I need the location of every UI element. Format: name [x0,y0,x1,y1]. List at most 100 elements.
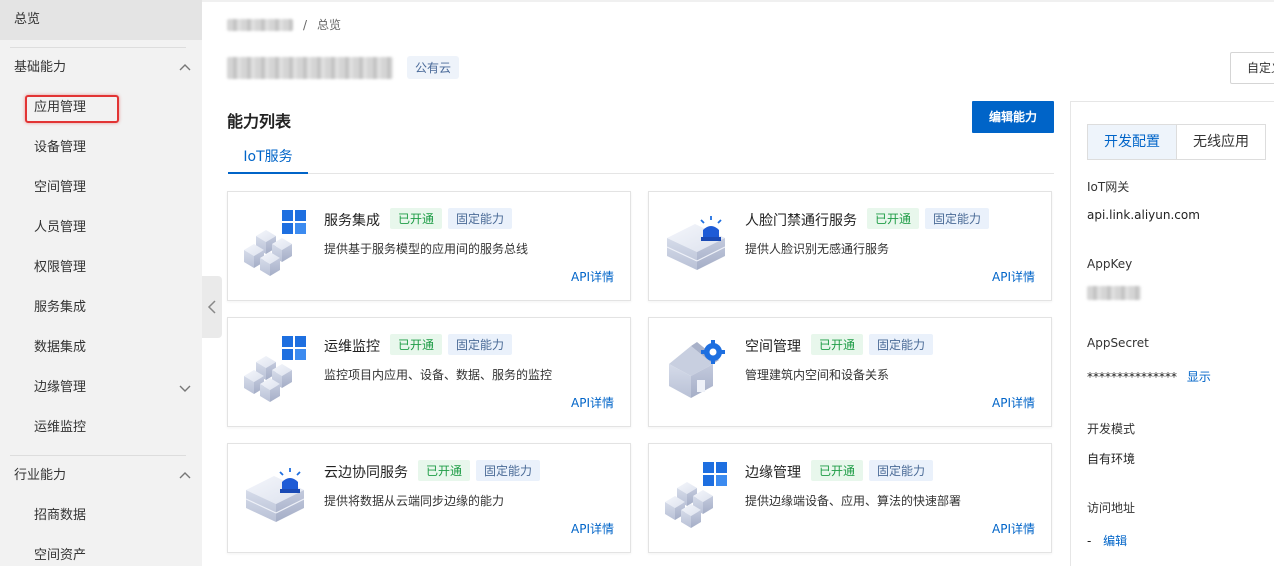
sidebar-item-label: 运维监控 [34,420,87,435]
sidebar-item-ops-monitoring[interactable]: 运维监控 [0,408,202,448]
sidebar-item-edge-management[interactable]: 边缘管理 [0,368,202,408]
gateway-label: IoT网关 [1087,180,1130,194]
sidebar-item-label: 人员管理 [34,220,87,235]
type-badge: 固定能力 [925,208,990,229]
top-border [202,0,1274,2]
sidebar: 总览 基础能力 应用管理 设备管理 空间管理 人员管理 权限管理 服务集成 数据… [0,0,202,566]
sidebar-item-service-integration[interactable]: 服务集成 [0,288,202,328]
edit-abilities-button[interactable]: 编辑能力 [972,101,1054,133]
dev-panel-tabs: 开发配置 无线应用 [1087,124,1266,160]
abilities-title: 能力列表 [227,112,292,131]
sidebar-item-label: 招商数据 [34,508,87,523]
access-address-row: - 编辑 [1087,532,1127,549]
sidebar-item-investment-data[interactable]: 招商数据 [0,496,202,536]
house-gear-icon [669,340,725,398]
sidebar-item-label: 设备管理 [34,140,87,155]
status-badge: 已开通 [867,208,920,229]
card-description: 提供人脸识别无感通行服务 [745,242,890,256]
api-details-link[interactable]: API详情 [992,394,1035,411]
chevron-down-icon [179,385,191,392]
tab-dev-config[interactable]: 开发配置 [1087,124,1177,160]
sidebar-item-device-management[interactable]: 设备管理 [0,128,202,168]
sidebar-item-label: 边缘管理 [34,380,87,395]
alarm-box-icon [245,467,305,523]
api-details-link[interactable]: API详情 [992,520,1035,537]
chevron-up-icon [179,64,191,71]
sidebar-item-overview[interactable]: 总览 [0,0,202,40]
edit-access-link[interactable]: 编辑 [1103,534,1127,548]
breadcrumb-current: 总览 [317,18,342,32]
card-description: 提供将数据从云端同步边缘的能力 [324,494,505,508]
gateway-value: api.link.aliyun.com [1087,208,1200,222]
breadcrumb: / 总览 [227,16,341,33]
breadcrumb-project-redacted[interactable] [227,18,293,31]
project-header: 公有云 [227,56,460,79]
dev-mode-label: 开发模式 [1087,422,1136,436]
chevron-left-icon [207,300,216,314]
tab-iot-service[interactable]: IoT服务 [228,142,308,174]
api-details-link[interactable]: API详情 [571,520,614,537]
type-badge: 固定能力 [476,460,541,481]
sidebar-section-industry[interactable]: 行业能力 [0,456,202,496]
cloud-type-tag: 公有云 [407,56,460,79]
access-address-value: - [1087,534,1092,548]
dev-mode-value: 自有环境 [1087,452,1136,466]
chevron-up-icon [179,472,191,479]
sidebar-item-label: 服务集成 [34,300,87,315]
sidebar-collapse-handle[interactable] [202,276,222,338]
card-title: 边缘管理 [745,465,801,481]
card-description: 监控项目内应用、设备、数据、服务的监控 [324,368,553,382]
appkey-label: AppKey [1087,257,1133,271]
access-address-label: 访问地址 [1087,501,1136,515]
card-title: 服务集成 [324,213,380,229]
card-badges: 已开通 固定能力 [390,208,513,229]
card-title: 云边协同服务 [324,465,408,481]
blocks-grid-icon [663,460,731,528]
type-badge: 固定能力 [869,460,934,481]
type-badge: 固定能力 [448,208,513,229]
status-badge: 已开通 [390,208,443,229]
show-secret-link[interactable]: 显示 [1187,370,1211,384]
sidebar-item-space-assets[interactable]: 空间资产 [0,536,202,566]
status-badge: 已开通 [418,460,471,481]
sidebar-item-data-integration[interactable]: 数据集成 [0,328,202,368]
type-badge: 固定能力 [869,334,934,355]
card-title: 空间管理 [745,339,801,355]
sidebar-item-space-management[interactable]: 空间管理 [0,168,202,208]
ability-card-face-access[interactable]: 人脸门禁通行服务 已开通 固定能力 提供人脸识别无感通行服务 API详情 [648,191,1052,301]
sidebar-section-label: 行业能力 [14,468,67,483]
card-badges: 已开通 固定能力 [811,334,934,355]
status-badge: 已开通 [811,334,864,355]
card-badges: 已开通 固定能力 [811,460,934,481]
dev-config-panel: 开发配置 无线应用 IoT网关 api.link.aliyun.com AppK… [1070,101,1274,566]
ability-card-service-integration[interactable]: 服务集成 已开通 固定能力 提供基于服务模型的应用间的服务总线 API详情 [227,191,631,301]
appsecret-label: AppSecret [1087,336,1149,350]
sidebar-item-permission-management[interactable]: 权限管理 [0,248,202,288]
status-badge: 已开通 [390,334,443,355]
sidebar-item-label: 空间管理 [34,180,87,195]
highlight-annotation [25,95,119,123]
sidebar-section-label: 基础能力 [14,60,67,75]
blocks-grid-icon [242,334,310,402]
abilities-tabs: IoT服务 [228,142,1054,174]
project-name-redacted [227,56,393,79]
ability-card-cloud-edge-sync[interactable]: 云边协同服务 已开通 固定能力 提供将数据从云端同步边缘的能力 API详情 [227,443,631,553]
card-title: 人脸门禁通行服务 [745,213,857,229]
ability-card-space-management[interactable]: 空间管理 已开通 固定能力 管理建筑内空间和设备关系 API详情 [648,317,1052,427]
api-details-link[interactable]: API详情 [992,268,1035,285]
card-badges: 已开通 固定能力 [418,460,541,481]
customize-button[interactable]: 自定义 [1230,52,1274,84]
tab-wireless-app[interactable]: 无线应用 [1177,124,1266,160]
sidebar-item-personnel-management[interactable]: 人员管理 [0,208,202,248]
card-badges: 已开通 固定能力 [867,208,990,229]
ability-card-ops-monitoring[interactable]: 运维监控 已开通 固定能力 监控项目内应用、设备、数据、服务的监控 API详情 [227,317,631,427]
card-description: 提供边缘端设备、应用、算法的快速部署 [745,494,962,508]
card-title: 运维监控 [324,339,380,355]
sidebar-section-basic[interactable]: 基础能力 [0,48,202,88]
api-details-link[interactable]: API详情 [571,394,614,411]
sidebar-item-label: 空间资产 [34,548,87,563]
api-details-link[interactable]: API详情 [571,268,614,285]
appkey-value-redacted [1087,286,1141,300]
ability-card-edge-management[interactable]: 边缘管理 已开通 固定能力 提供边缘端设备、应用、算法的快速部署 API详情 [648,443,1052,553]
sidebar-item-label: 数据集成 [34,340,87,355]
